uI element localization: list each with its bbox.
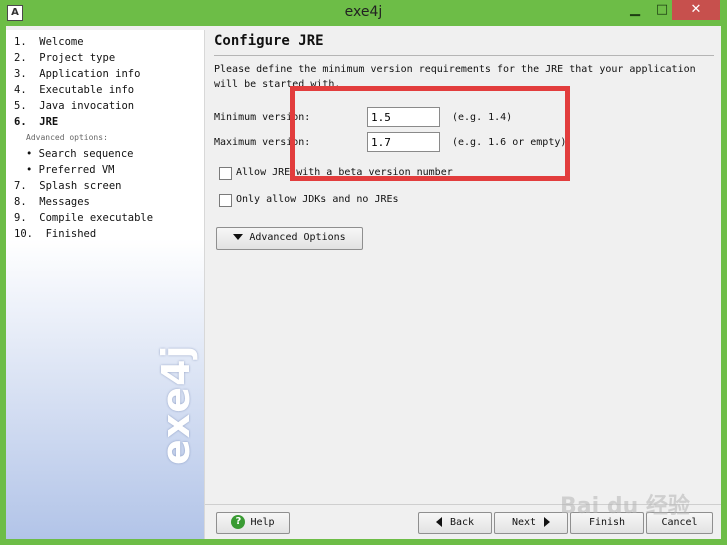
page-title: Configure JRE: [214, 33, 324, 49]
window-title: exe4j: [344, 4, 383, 20]
allow-beta-label[interactable]: Allow JRE with a beta version number: [236, 167, 453, 178]
only-jdks-checkbox[interactable]: [219, 194, 232, 207]
page-description: Please define the minimum version requir…: [214, 64, 696, 90]
cancel-label: Cancel: [661, 517, 698, 528]
window-frame-right: [721, 26, 727, 545]
arrow-left-icon: [435, 517, 442, 527]
arrow-right-icon: [544, 517, 551, 527]
wizard-steps-sidebar: 1. Welcome 2. Project type 3. Applicatio…: [6, 30, 205, 539]
only-jdks-label[interactable]: Only allow JDKs and no JREs: [236, 194, 399, 205]
max-version-input[interactable]: 1.7: [367, 132, 440, 152]
back-label: Back: [449, 517, 475, 528]
exe4j-logo: exe4j: [154, 344, 198, 465]
step-jre[interactable]: 6. JRE: [14, 114, 153, 130]
title-bar[interactable]: A exe4j ▁ □ ✕: [0, 0, 727, 26]
min-version-label: Minimum version:: [214, 112, 311, 123]
advanced-options-label: Advanced Options: [249, 232, 346, 243]
help-button[interactable]: ? Help: [216, 512, 290, 534]
min-version-hint: (e.g. 1.4): [452, 112, 513, 123]
advanced-options-button[interactable]: Advanced Options: [216, 227, 363, 250]
chevron-down-icon: [233, 234, 244, 240]
close-button[interactable]: ✕: [672, 0, 720, 20]
advanced-options-heading: Advanced options:: [26, 133, 108, 142]
max-version-hint: (e.g. 1.6 or empty): [452, 137, 567, 148]
finish-label: Finish: [588, 517, 626, 528]
step-executable-info[interactable]: 4. Executable info: [14, 82, 153, 98]
step-preferred-vm[interactable]: • Preferred VM: [14, 162, 153, 178]
max-version-label: Maximum version:: [214, 137, 311, 148]
min-version-input[interactable]: 1.5: [367, 107, 440, 127]
title-divider: [214, 55, 714, 56]
step-application-info[interactable]: 3. Application info: [14, 66, 153, 82]
step-compile-executable[interactable]: 9. Compile executable: [14, 210, 153, 226]
step-project-type[interactable]: 2. Project type: [14, 50, 153, 66]
help-icon: ?: [231, 515, 246, 529]
configure-jre-panel: Configure JRE Please define the minimum …: [205, 30, 721, 504]
wizard-button-bar: ? Help Back Next Finish Cancel: [205, 504, 721, 540]
allow-beta-checkbox[interactable]: [219, 167, 232, 180]
next-label: Next: [511, 517, 537, 528]
step-search-sequence[interactable]: • Search sequence: [14, 146, 153, 162]
step-welcome[interactable]: 1. Welcome: [14, 34, 153, 50]
finish-button[interactable]: Finish: [570, 512, 644, 534]
next-button[interactable]: Next: [494, 512, 568, 534]
back-button[interactable]: Back: [418, 512, 492, 534]
exe4j-window: A exe4j ▁ □ ✕ 1. Welcome 2. Project type…: [0, 0, 727, 545]
minimize-button[interactable]: ▁: [625, 0, 645, 20]
maximize-button[interactable]: □: [652, 0, 672, 20]
step-finished[interactable]: 10. Finished: [14, 226, 153, 242]
step-messages[interactable]: 8. Messages: [14, 194, 153, 210]
cancel-button[interactable]: Cancel: [646, 512, 713, 534]
help-label: Help: [250, 517, 275, 528]
step-splash-screen[interactable]: 7. Splash screen: [14, 178, 153, 194]
step-java-invocation[interactable]: 5. Java invocation: [14, 98, 153, 114]
steps-list: 1. Welcome 2. Project type 3. Applicatio…: [14, 34, 153, 242]
